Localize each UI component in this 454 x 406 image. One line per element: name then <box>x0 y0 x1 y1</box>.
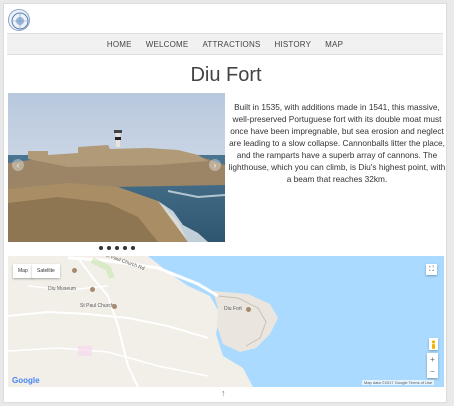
carousel-indicators <box>99 246 135 250</box>
embedded-map[interactable]: Map Satellite St Paul Church Rd Diu Muse… <box>8 256 444 387</box>
fort-pin-icon[interactable] <box>246 307 251 312</box>
carousel-dot[interactable] <box>115 246 119 250</box>
fort-description: Built in 1535, with additions made in 15… <box>228 102 446 184</box>
nav-attractions[interactable]: ATTRACTIONS <box>202 40 260 49</box>
fullscreen-button[interactable]: ⛶ <box>426 264 437 275</box>
carousel-dot[interactable] <box>107 246 111 250</box>
church-pin-icon[interactable] <box>112 304 117 309</box>
map-attribution[interactable]: Map data ©2017 Google Terms of Use <box>362 380 435 385</box>
carousel-dot[interactable] <box>123 246 127 250</box>
map-label-st-paul-church: St Paul Church <box>80 303 114 309</box>
museum-pin-icon[interactable] <box>90 287 95 292</box>
map-canvas <box>8 256 444 387</box>
nav-welcome[interactable]: WELCOME <box>146 40 189 49</box>
fullscreen-icon: ⛶ <box>429 265 434 273</box>
map-label-diu-fort: Diu Fort <box>224 306 242 312</box>
zoom-control: + − <box>427 353 438 378</box>
carousel-dot[interactable] <box>131 246 135 250</box>
scroll-to-top-button[interactable]: ↑ <box>221 388 226 398</box>
nav-map[interactable]: MAP <box>325 40 343 49</box>
fort-photo <box>8 93 225 242</box>
main-nav: HOME WELCOME ATTRACTIONS HISTORY MAP <box>7 33 443 55</box>
nav-home[interactable]: HOME <box>107 40 132 49</box>
zoom-in-button[interactable]: + <box>430 355 435 364</box>
google-logo[interactable]: Google <box>12 376 40 385</box>
chevron-left-icon: ‹ <box>16 160 20 170</box>
page-title: Diu Fort <box>190 64 262 86</box>
photo-carousel[interactable]: ‹ › <box>8 93 225 242</box>
chevron-right-icon: › <box>213 160 217 170</box>
site-logo[interactable] <box>8 9 30 31</box>
carousel-dot[interactable] <box>99 246 103 250</box>
pegman-icon <box>431 340 436 349</box>
nav-history[interactable]: HISTORY <box>275 40 312 49</box>
carousel-next-button[interactable]: › <box>209 159 221 171</box>
street-view-pegman-icon[interactable] <box>429 338 438 350</box>
map-type-satellite-button[interactable]: Satellite <box>32 264 60 278</box>
museum-marker-icon[interactable] <box>72 268 77 273</box>
logo-emblem-icon <box>11 12 29 30</box>
carousel-prev-button[interactable]: ‹ <box>12 159 24 171</box>
page-container: HOME WELCOME ATTRACTIONS HISTORY MAP Diu… <box>3 3 447 403</box>
arrow-up-icon: ↑ <box>221 388 226 398</box>
zoom-out-button[interactable]: − <box>430 367 435 376</box>
map-label-diu-museum: Diu Museum <box>48 286 77 292</box>
map-type-map-button[interactable]: Map <box>13 264 33 278</box>
